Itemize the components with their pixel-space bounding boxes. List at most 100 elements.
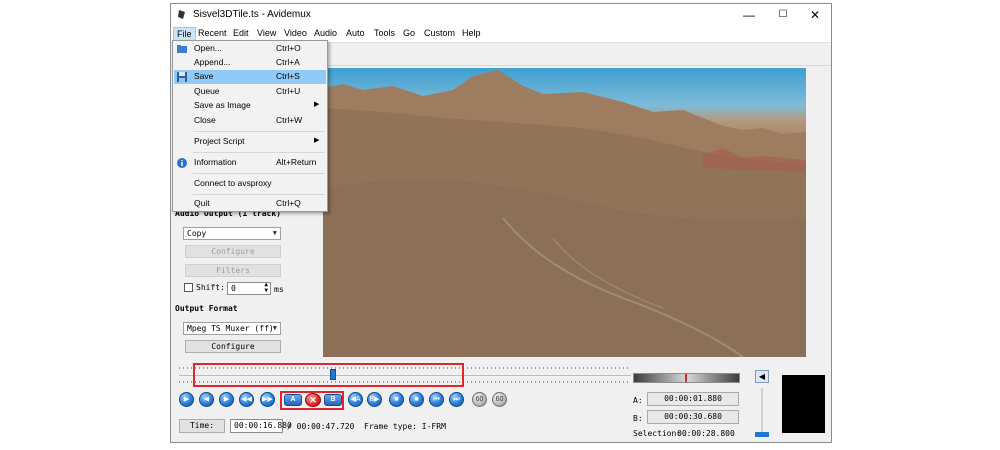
- jog-indicator: [685, 374, 687, 382]
- clear-markers-button[interactable]: ✕: [305, 393, 321, 407]
- menu-item-label: Connect to avsproxy: [194, 178, 272, 188]
- menu-item-shortcut: Alt+Return: [276, 157, 317, 167]
- seek-forward-button[interactable]: 60: [492, 392, 507, 407]
- menu-item-information[interactable]: Information Alt+Return: [174, 156, 326, 170]
- menu-item-queue[interactable]: Queue Ctrl+U: [174, 85, 326, 99]
- menu-item-save[interactable]: Save Ctrl+S: [174, 70, 326, 84]
- filters-button[interactable]: Filters: [185, 264, 281, 277]
- goto-marker-b-button[interactable]: B▶: [367, 392, 382, 407]
- menu-item-label: Open...: [194, 43, 222, 53]
- menu-item-shortcut: Ctrl+Q: [276, 198, 301, 208]
- next-keyframe-button[interactable]: ▶▶: [260, 392, 275, 407]
- first-frame-button[interactable]: ⏮: [429, 392, 444, 407]
- menu-item-append[interactable]: Append... Ctrl+A: [174, 56, 326, 70]
- current-time-input[interactable]: 00:00:16.880: [230, 419, 292, 433]
- menu-help[interactable]: Help: [462, 28, 481, 38]
- menu-item-connect-avsproxy[interactable]: Connect to avsproxy: [174, 177, 326, 191]
- menu-item-project-script[interactable]: Project Script ▶: [174, 135, 326, 149]
- menu-item-shortcut: Ctrl+S: [276, 71, 300, 81]
- play-button[interactable]: ▶: [179, 392, 194, 407]
- volume-slider[interactable]: [761, 388, 763, 434]
- selection-value: 00:00:28.800: [677, 429, 735, 438]
- output-format-select[interactable]: Mpeg TS Muxer (ff) ▼: [183, 322, 281, 335]
- menu-go[interactable]: Go: [403, 28, 415, 38]
- previous-keyframe-button[interactable]: ◀◀: [239, 392, 254, 407]
- menu-item-label: Close: [194, 115, 216, 125]
- set-marker-a-button[interactable]: A: [284, 394, 302, 406]
- next-black-frame-button[interactable]: ■: [409, 392, 424, 407]
- title-bar: Sisvel3DTile.ts - Avidemux — ☐ ✕: [171, 4, 831, 26]
- shift-label: Shift:: [196, 283, 225, 292]
- output-format-label: Output Format: [175, 304, 238, 313]
- speaker-icon[interactable]: ◀: [755, 370, 769, 383]
- menu-recent[interactable]: Recent: [198, 28, 227, 38]
- menu-item-close[interactable]: Close Ctrl+W: [174, 114, 326, 128]
- goto-marker-a-button[interactable]: ◀A: [348, 392, 363, 407]
- output-format-value: Mpeg TS Muxer (ff): [187, 324, 274, 333]
- file-menu: Open... Ctrl+O Append... Ctrl+A Save Ctr…: [172, 40, 328, 212]
- menu-item-label: Append...: [194, 57, 231, 67]
- menu-video[interactable]: Video: [284, 28, 307, 38]
- set-marker-b-button[interactable]: B: [324, 394, 342, 406]
- folder-open-icon: [177, 45, 187, 53]
- menu-separator: [193, 152, 325, 153]
- menu-audio[interactable]: Audio: [314, 28, 337, 38]
- menu-separator: [193, 131, 325, 132]
- menu-auto[interactable]: Auto: [346, 28, 365, 38]
- timeline-highlight-box: [193, 363, 464, 387]
- menu-custom[interactable]: Custom: [424, 28, 455, 38]
- menu-edit[interactable]: Edit: [233, 28, 249, 38]
- audio-meter: [782, 375, 825, 433]
- shift-input[interactable]: 0 ▲ ▼: [227, 282, 271, 295]
- audio-codec-value: Copy: [187, 229, 207, 238]
- menu-item-shortcut: Ctrl+O: [276, 43, 301, 53]
- frame-type: Frame type: I-FRM: [364, 422, 446, 431]
- shift-unit: ms: [274, 285, 284, 294]
- selection-label: Selection:: [633, 429, 682, 438]
- menu-item-label: Quit: [194, 198, 210, 208]
- seek-back-button[interactable]: 60: [472, 392, 487, 407]
- next-frame-button[interactable]: ▶: [219, 392, 234, 407]
- video-preview: [323, 68, 806, 357]
- chevron-down-icon: ▼: [272, 229, 277, 237]
- menu-item-label: Save as Image: [194, 100, 251, 110]
- menu-file[interactable]: File: [173, 27, 196, 41]
- maximize-button[interactable]: ☐: [767, 4, 799, 26]
- menu-tools[interactable]: Tools: [374, 28, 395, 38]
- menu-separator: [193, 173, 325, 174]
- menu-item-open[interactable]: Open... Ctrl+O: [174, 42, 326, 56]
- volume-handle[interactable]: [755, 432, 769, 437]
- avidemux-app-icon: [177, 9, 187, 20]
- time-button[interactable]: Time:: [179, 419, 225, 433]
- menu-item-label: Information: [194, 157, 237, 167]
- marker-a-label: A:: [633, 396, 643, 405]
- last-frame-button[interactable]: ⏭: [449, 392, 464, 407]
- menu-item-quit[interactable]: Quit Ctrl+Q: [174, 197, 326, 211]
- menu-view[interactable]: View: [257, 28, 276, 38]
- save-icon: [177, 72, 187, 82]
- menu-item-shortcut: Ctrl+A: [276, 57, 300, 67]
- marker-a-value: 00:00:01.880: [647, 392, 739, 406]
- menu-item-label: Save: [194, 71, 214, 81]
- audio-codec-select[interactable]: Copy ▼: [183, 227, 281, 240]
- chevron-down-icon: ▼: [272, 324, 277, 332]
- total-time: / 00:00:47.720: [287, 422, 355, 431]
- minimize-button[interactable]: —: [733, 4, 765, 26]
- info-icon: [177, 158, 187, 168]
- shift-checkbox[interactable]: [184, 283, 193, 292]
- menu-item-save-as-image[interactable]: Save as Image ▶: [174, 99, 326, 113]
- marker-b-value: 00:00:30.680: [647, 410, 739, 424]
- previous-black-frame-button[interactable]: ■: [389, 392, 404, 407]
- configure-audio-button[interactable]: Configure: [185, 245, 281, 258]
- menu-item-label: Project Script: [194, 136, 245, 146]
- marker-b-label: B:: [633, 414, 643, 423]
- spinner-icon[interactable]: ▲ ▼: [264, 282, 268, 294]
- configure-format-button[interactable]: Configure: [185, 340, 281, 353]
- jog-shuttle[interactable]: [633, 373, 740, 383]
- menu-item-shortcut: Ctrl+W: [276, 115, 303, 125]
- submenu-arrow-icon: ▶: [314, 137, 320, 144]
- previous-frame-button[interactable]: ◀: [199, 392, 214, 407]
- shift-value: 0: [231, 284, 236, 293]
- close-button[interactable]: ✕: [799, 4, 831, 26]
- menu-item-label: Queue: [194, 86, 220, 96]
